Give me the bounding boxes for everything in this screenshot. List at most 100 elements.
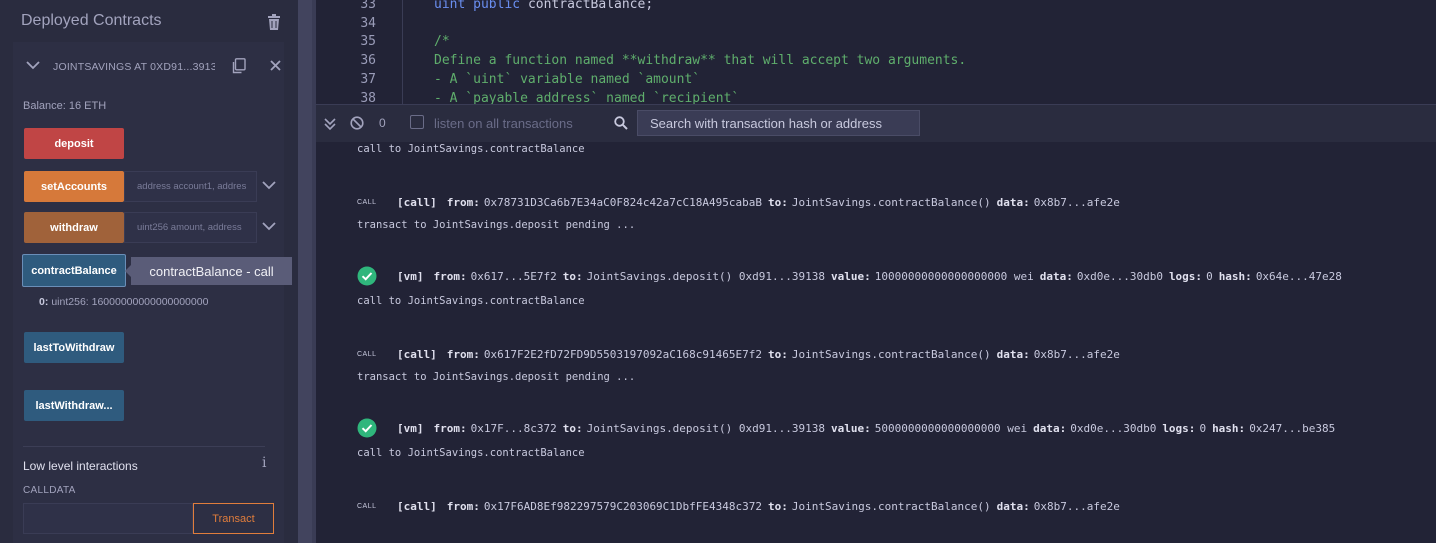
success-check-icon — [357, 418, 377, 438]
field-value: 5000000000000000000 wei — [874, 421, 1028, 435]
field-key: data: — [1033, 421, 1067, 435]
transaction-entry[interactable]: [vm] from: 0x17F...8c372 to: JointSavings.de… — [357, 418, 1341, 438]
success-check-icon — [357, 266, 377, 286]
code-line[interactable]: 34 — [316, 14, 1436, 33]
field-key: [call] — [397, 195, 437, 209]
terminal-toolbar: 0 listen on all transactions — [316, 104, 1436, 143]
log-message: call to JointSavings.contractBalance — [357, 143, 585, 155]
transaction-entry[interactable]: [vm] from: 0x617...5E7f2 to: JointSavings.de… — [357, 266, 1348, 286]
trash-icon[interactable] — [267, 14, 281, 30]
withdraw-input[interactable]: uint256 amount, address — [124, 212, 257, 243]
field-key: [call] — [397, 347, 437, 361]
field-key: from: — [433, 269, 467, 283]
code-text: - A `payable address` named `recipient` — [434, 89, 739, 104]
listen-checkbox[interactable] — [410, 115, 424, 129]
code-line[interactable]: 38 - A `payable address` named `recipient… — [316, 89, 1436, 104]
field-value: 0x8b7...afe2e — [1033, 195, 1120, 209]
contract-balance-button[interactable]: contractBalance — [22, 254, 126, 287]
set-accounts-input[interactable]: address account1, addres — [124, 171, 257, 202]
code-token: - A `uint` variable named `amount` — [434, 72, 701, 87]
field-value: 0 — [1206, 269, 1213, 283]
field-value: 0x8b7...afe2e — [1033, 499, 1120, 513]
clear-icon[interactable] — [350, 116, 364, 130]
code-token: public — [473, 0, 528, 12]
deployed-contracts-panel: Deployed Contracts JOINTSAVINGS AT 0XD91… — [0, 0, 298, 543]
field-key: data: — [996, 499, 1030, 513]
copy-icon[interactable] — [231, 58, 246, 74]
contract-name[interactable]: JOINTSAVINGS AT 0XD91...3913 — [53, 61, 215, 73]
result-value: uint256: 16000000000000000000 — [51, 296, 209, 308]
field-key: from: — [433, 421, 467, 435]
field-value: JointSavings.contractBalance() — [791, 499, 991, 513]
field-value: 0x617...5E7f2 — [470, 269, 557, 283]
field-key: value: — [831, 421, 871, 435]
deposit-button[interactable]: deposit — [24, 128, 124, 159]
chevron-down-icon[interactable] — [262, 221, 276, 231]
field-value: 0x17F...8c372 — [470, 421, 557, 435]
call-badge: CALL — [357, 350, 377, 358]
code-token: uint — [434, 0, 474, 12]
field-value: JointSavings.contractBalance() — [791, 347, 991, 361]
field-key: from: — [446, 195, 480, 209]
field-key: [vm] — [397, 421, 424, 435]
field-key: logs: — [1162, 421, 1196, 435]
field-value: 0x17F6AD8Ef982297579C203069C1DbfFE4348c3… — [483, 499, 763, 513]
calldata-input[interactable] — [23, 503, 193, 534]
code-editor[interactable]: 33 uint public contractBalance; 34 35 /* 36 De… — [316, 0, 1436, 104]
field-value: 0 — [1199, 421, 1207, 435]
call-entry[interactable]: CALL [call] from: 0x617F2E2fD72FD9D55031970… — [357, 344, 1126, 364]
field-value: 0x247...be385 — [1249, 421, 1336, 435]
field-key: data: — [996, 195, 1030, 209]
line-number: 35 — [360, 34, 376, 49]
collapse-icon[interactable] — [324, 117, 336, 131]
log-message: transact to JointSavings.deposit pending… — [357, 219, 636, 231]
transact-button[interactable]: Transact — [193, 503, 274, 534]
field-key: from: — [446, 499, 480, 513]
listen-label: listen on all transactions — [434, 116, 573, 131]
result-index: 0: — [39, 296, 49, 308]
code-token: - A `payable address` named `recipient` — [434, 91, 740, 104]
call-badge: CALL — [357, 502, 377, 510]
field-key: hash: — [1218, 269, 1252, 283]
pending-count: 0 — [379, 116, 386, 130]
contract-balance: Balance: 16 ETH — [23, 100, 107, 112]
code-line[interactable]: 35 /* — [316, 32, 1436, 51]
field-value: 10000000000000000000 wei — [874, 269, 1034, 283]
call-badge: CALL — [357, 198, 377, 206]
field-value: JointSavings.contractBalance() — [791, 195, 991, 209]
divider — [23, 446, 265, 447]
code-token: contractBalance; — [527, 0, 654, 12]
field-key: data: — [1039, 269, 1073, 283]
calldata-label: CALLDATA — [23, 485, 76, 496]
info-icon[interactable]: i — [262, 455, 266, 471]
call-entry[interactable]: CALL [call] from: 0x78731D3Ca6b7E34aC0F824c… — [357, 192, 1126, 212]
code-line[interactable]: 37 - A `uint` variable named `amount` — [316, 70, 1436, 89]
code-line[interactable]: 33 uint public contractBalance; — [316, 0, 1436, 14]
log-message: transact to JointSavings.deposit pending… — [357, 371, 636, 383]
withdraw-button[interactable]: withdraw — [24, 212, 124, 243]
field-key: to: — [562, 269, 583, 283]
line-number: 34 — [360, 16, 376, 31]
field-value: 0x78731D3Ca6b7E34aC0F824c42a7cC18A495cab… — [483, 195, 763, 209]
call-entry[interactable]: CALL [call] from: 0x17F6AD8Ef982297579C2030… — [357, 496, 1126, 516]
field-value: 0xd0e...30db0 — [1070, 421, 1157, 435]
field-key: logs: — [1168, 269, 1203, 283]
panel-splitter[interactable] — [298, 0, 316, 543]
code-line[interactable]: 36 Define a function named **withdraw** t… — [316, 51, 1436, 70]
chevron-down-icon[interactable] — [26, 60, 40, 70]
field-key: [call] — [397, 499, 437, 513]
line-number: 37 — [360, 72, 376, 87]
log-message: call to JointSavings.contractBalance — [357, 295, 585, 307]
field-value: 0xd0e...30db0 — [1076, 269, 1163, 283]
last-withdraw-amount-button[interactable]: lastWithdraw... — [24, 390, 124, 421]
code-text: Define a function named **withdraw** tha… — [434, 51, 966, 70]
close-icon[interactable] — [270, 60, 281, 71]
code-text: /* — [434, 32, 450, 51]
last-to-withdraw-button[interactable]: lastToWithdraw — [24, 332, 124, 363]
low-level-title: Low level interactions — [23, 459, 138, 473]
search-input[interactable] — [637, 110, 920, 136]
field-value: 0x617F2E2fD72FD9D5503197092aC168c91465E7… — [483, 347, 763, 361]
set-accounts-button[interactable]: setAccounts — [24, 171, 124, 202]
code-text: uint public contractBalance; — [434, 0, 653, 14]
chevron-down-icon[interactable] — [262, 180, 276, 190]
